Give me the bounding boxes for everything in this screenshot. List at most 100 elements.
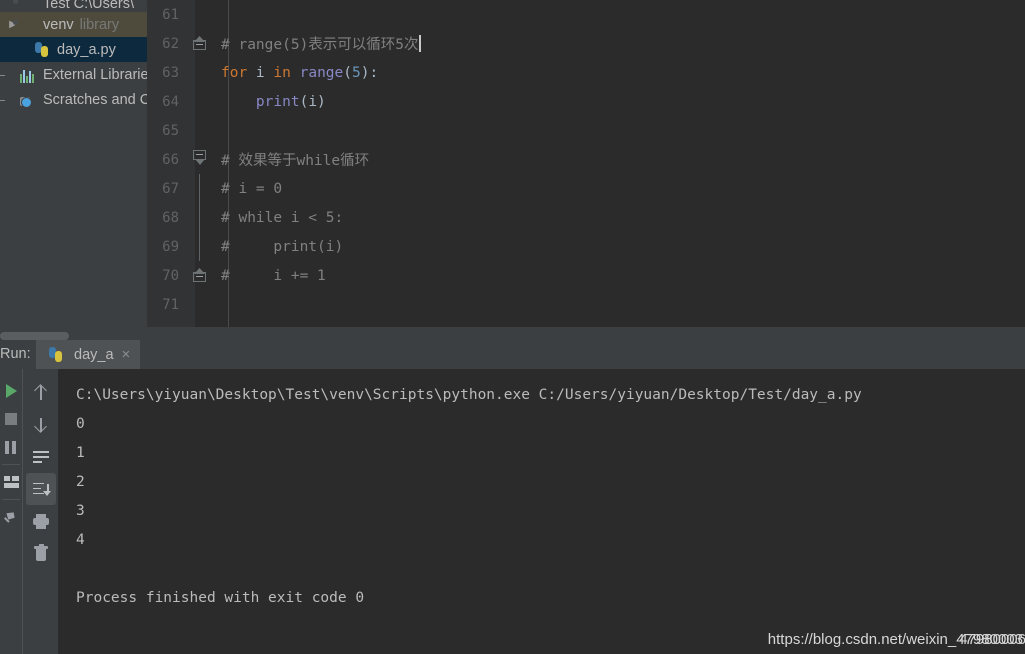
console-line: 0 [76, 416, 85, 432]
token-punct: ( [299, 93, 309, 110]
line-number: 68 [162, 209, 179, 226]
fold-gutter[interactable] [187, 0, 221, 29]
console-actions-toolbar[interactable] [22, 369, 59, 654]
watermark-url: https://blog.csdn.net/weixin_47980003 479… [768, 631, 1025, 648]
watermark-id: 47980003 47980006 [956, 631, 1025, 648]
line-number: 63 [162, 64, 179, 81]
code-text: # i = 0 [221, 181, 1025, 197]
watermark-prefix: https://blog.csdn.net/weixin_ [767, 631, 957, 648]
token-number: 5 [352, 64, 361, 81]
code-line[interactable]: 70 # i += 1 [147, 261, 1025, 290]
project-panel-horizontal-scrollbar[interactable] [0, 327, 147, 340]
tree-item-day-a-py[interactable]: day_a.py [0, 37, 147, 62]
fold-region-line [199, 203, 200, 232]
code-text: for i in range(5): [221, 65, 1025, 81]
project-tree[interactable]: Test C:\Users\▶venvlibraryday_a.pyExtern… [0, 0, 147, 112]
fold-region-line [199, 174, 200, 203]
editor-lines[interactable]: 61 62 # range(5)表示可以循环5次 63 for i in range(5… [147, 0, 1025, 319]
fold-region-line [199, 232, 200, 261]
console-line: 1 [76, 445, 85, 461]
token-keyword: in [273, 64, 291, 81]
code-line[interactable]: 66 # 效果等于while循环 [147, 145, 1025, 174]
pause-icon [5, 440, 17, 454]
layout-button[interactable] [0, 468, 22, 496]
python-file-icon [34, 41, 52, 58]
code-text: # 效果等于while循环 [221, 149, 1025, 170]
token-comment: # 效果等于while循环 [221, 153, 370, 169]
token-comment: # while i < 5: [221, 209, 344, 226]
project-tool-window[interactable]: Test C:\Users\▶venvlibraryday_a.pyExtern… [0, 0, 147, 327]
code-text: # i += 1 [221, 268, 1025, 284]
close-icon[interactable]: × [122, 347, 131, 362]
fold-gutter[interactable] [187, 145, 221, 174]
scroll-to-end-icon [33, 482, 51, 497]
tree-item-test-c-users[interactable]: Test C:\Users\ [0, 0, 147, 12]
text-caret [418, 35, 421, 52]
tree-collapse-tick [0, 74, 5, 76]
line-number: 61 [162, 6, 179, 23]
tree-collapse-tick [0, 99, 5, 101]
line-number: 67 [162, 180, 179, 197]
fold-gutter[interactable] [187, 29, 221, 58]
line-number: 70 [162, 267, 179, 284]
token-keyword: for [221, 64, 248, 81]
run-tab-day-a[interactable]: day_a × [36, 340, 141, 369]
tree-item-venv[interactable]: ▶venvlibrary [0, 12, 147, 37]
code-line[interactable]: 63 for i in range(5): [147, 58, 1025, 87]
fold-marker-icon[interactable] [193, 268, 208, 283]
tree-item-scratches-and-c[interactable]: >_ Scratches and C [0, 87, 147, 112]
clear-all-button[interactable] [26, 537, 56, 569]
code-editor[interactable]: 61 62 # range(5)表示可以循环5次 63 for i in range(5… [147, 0, 1025, 327]
token-comment: # print(i) [221, 238, 344, 255]
code-text: print(i) [221, 94, 1025, 110]
code-line[interactable]: 67 # i = 0 [147, 174, 1025, 203]
pin-tab-button[interactable] [0, 503, 22, 531]
code-line[interactable]: 64 print(i) [147, 87, 1025, 116]
fold-gutter[interactable] [187, 58, 221, 87]
code-text: # print(i) [221, 239, 1025, 255]
arrow-up-icon [34, 385, 48, 401]
token-comment: # i += 1 [221, 267, 326, 284]
console-output[interactable]: C:\Users\yiyuan\Desktop\Test\venv\Script… [58, 369, 1025, 654]
fold-marker-icon[interactable] [193, 36, 208, 51]
fold-gutter[interactable] [187, 232, 221, 261]
scrollbar-thumb[interactable] [0, 332, 69, 340]
pause-button[interactable] [0, 433, 22, 461]
tree-item-label: Scratches and C [43, 91, 147, 108]
scroll-to-end-button[interactable] [26, 473, 56, 505]
python-file-icon [48, 346, 66, 363]
run-actions-toolbar[interactable] [0, 369, 22, 654]
up-the-stack-trace-button[interactable] [26, 377, 56, 409]
stop-icon [5, 413, 17, 425]
run-tab-title: day_a [74, 346, 114, 363]
code-text: # while i < 5: [221, 210, 1025, 226]
fold-gutter[interactable] [187, 261, 221, 290]
code-line[interactable]: 62 # range(5)表示可以循环5次 [147, 29, 1025, 58]
code-line[interactable]: 71 [147, 290, 1025, 319]
code-line[interactable]: 69 # print(i) [147, 232, 1025, 261]
tree-item-external-librarie[interactable]: External Librarie [0, 62, 147, 87]
fold-gutter[interactable] [187, 290, 221, 319]
fold-marker-icon[interactable] [193, 150, 208, 167]
fold-gutter[interactable] [187, 203, 221, 232]
print-button[interactable] [26, 505, 56, 537]
tree-item-suffix: library [79, 16, 120, 33]
rerun-button[interactable] [0, 377, 22, 405]
down-the-stack-trace-button[interactable] [26, 409, 56, 441]
run-tool-window[interactable]: Run: day_a × C:\Users\yiyuan\Desktop\Tes… [0, 340, 1025, 654]
token-comment: # range(5)表示可以循环5次 [221, 37, 419, 53]
external-libraries-icon [20, 67, 38, 83]
code-line[interactable]: 61 [147, 0, 1025, 29]
fold-gutter[interactable] [187, 87, 221, 116]
tree-item-label: venv [43, 16, 74, 33]
stop-button[interactable] [0, 405, 22, 433]
soft-wrap-button[interactable] [26, 441, 56, 473]
fold-gutter[interactable] [187, 174, 221, 203]
code-line[interactable]: 65 [147, 116, 1025, 145]
console-line: 4 [76, 532, 85, 548]
code-line[interactable]: 68 # while i < 5: [147, 203, 1025, 232]
line-number: 71 [162, 296, 179, 313]
fold-gutter[interactable] [187, 116, 221, 145]
scratches-icon: >_ [20, 96, 31, 106]
